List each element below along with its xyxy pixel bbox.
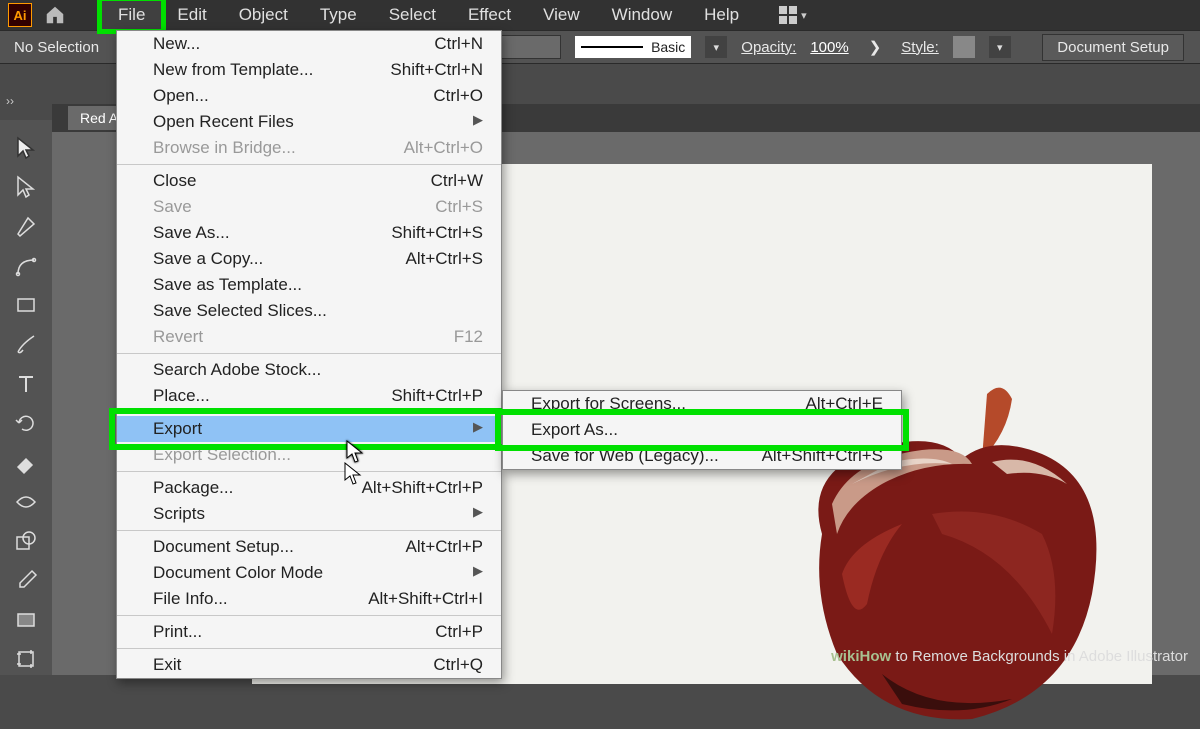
- shape-builder-tool-icon[interactable]: [8, 526, 44, 557]
- file-menu-item[interactable]: Scripts▶: [117, 501, 501, 527]
- stroke-dropdown-toggle[interactable]: ▾: [705, 36, 727, 58]
- file-menu-item[interactable]: Save As...Shift+Ctrl+S: [117, 220, 501, 246]
- file-menu-item[interactable]: New...Ctrl+N: [117, 31, 501, 57]
- file-menu-item[interactable]: Search Adobe Stock...: [117, 357, 501, 383]
- type-tool-icon[interactable]: [8, 368, 44, 399]
- opacity-more-icon[interactable]: ❯: [863, 38, 888, 56]
- curvature-tool-icon[interactable]: [8, 250, 44, 281]
- file-menu-item[interactable]: Open...Ctrl+O: [117, 83, 501, 109]
- file-menu-item: Browse in Bridge...Alt+Ctrl+O: [117, 135, 501, 161]
- file-menu-item[interactable]: File Info...Alt+Shift+Ctrl+I: [117, 586, 501, 612]
- file-menu-item[interactable]: Package...Alt+Shift+Ctrl+P: [117, 475, 501, 501]
- file-menu-item[interactable]: ExitCtrl+Q: [117, 652, 501, 678]
- direct-selection-tool-icon[interactable]: [8, 171, 44, 202]
- tool-panel: [0, 120, 52, 675]
- export-submenu-item[interactable]: Export for Screens...Alt+Ctrl+E: [503, 391, 901, 417]
- file-menu-item[interactable]: CloseCtrl+W: [117, 168, 501, 194]
- watermark: wikiHow to Remove Backgrounds in Adobe I…: [831, 648, 1188, 665]
- pen-tool-icon[interactable]: [8, 211, 44, 242]
- opacity-value[interactable]: 100%: [810, 39, 848, 56]
- file-menu-item[interactable]: Save Selected Slices...: [117, 298, 501, 324]
- rotate-tool-icon[interactable]: [8, 408, 44, 439]
- file-menu-item[interactable]: Document Color Mode▶: [117, 560, 501, 586]
- document-setup-button[interactable]: Document Setup: [1042, 34, 1184, 61]
- paintbrush-tool-icon[interactable]: [8, 329, 44, 360]
- file-menu-item: SaveCtrl+S: [117, 194, 501, 220]
- menu-edit[interactable]: Edit: [161, 1, 222, 29]
- file-menu-item[interactable]: Document Setup...Alt+Ctrl+P: [117, 534, 501, 560]
- selection-status: No Selection: [14, 39, 99, 56]
- file-menu-item: RevertF12: [117, 324, 501, 350]
- menu-help[interactable]: Help: [688, 1, 755, 29]
- export-submenu-item[interactable]: Export As...: [503, 417, 901, 443]
- style-swatch[interactable]: [953, 36, 975, 58]
- menu-view[interactable]: View: [527, 1, 596, 29]
- file-menu-item[interactable]: Save a Copy...Alt+Ctrl+S: [117, 246, 501, 272]
- opacity-label[interactable]: Opacity:: [741, 39, 796, 56]
- file-menu-dropdown: New...Ctrl+NNew from Template...Shift+Ct…: [116, 30, 502, 679]
- selection-tool-icon[interactable]: [8, 132, 44, 163]
- menubar: Ai FileEditObjectTypeSelectEffectViewWin…: [0, 0, 1200, 30]
- artboard-tool-icon[interactable]: [8, 644, 44, 675]
- menu-window[interactable]: Window: [596, 1, 688, 29]
- gradient-tool-icon[interactable]: [8, 604, 44, 635]
- menu-file[interactable]: File: [102, 1, 161, 29]
- app-logo-icon: Ai: [8, 3, 32, 27]
- width-tool-icon[interactable]: [8, 486, 44, 517]
- file-menu-item[interactable]: Place...Shift+Ctrl+P: [117, 383, 501, 409]
- file-menu-item[interactable]: Save as Template...: [117, 272, 501, 298]
- menu-select[interactable]: Select: [373, 1, 452, 29]
- workspace-switcher-icon[interactable]: ▾: [779, 6, 807, 24]
- file-menu-item[interactable]: Print...Ctrl+P: [117, 619, 501, 645]
- export-submenu: Export for Screens...Alt+Ctrl+EExport As…: [502, 390, 902, 470]
- rectangle-tool-icon[interactable]: [8, 289, 44, 320]
- menu-type[interactable]: Type: [304, 1, 373, 29]
- home-icon[interactable]: [44, 4, 66, 26]
- menu-object[interactable]: Object: [223, 1, 304, 29]
- menu-effect[interactable]: Effect: [452, 1, 527, 29]
- eyedropper-tool-icon[interactable]: [8, 565, 44, 596]
- stroke-style-box[interactable]: Basic: [575, 36, 691, 58]
- file-menu-item[interactable]: Open Recent Files▶: [117, 109, 501, 135]
- export-submenu-item[interactable]: Save for Web (Legacy)...Alt+Shift+Ctrl+S: [503, 443, 901, 469]
- style-dropdown-toggle[interactable]: ▾: [989, 36, 1011, 58]
- panel-expander-icon[interactable]: ››: [0, 92, 20, 110]
- eraser-tool-icon[interactable]: [8, 447, 44, 478]
- file-menu-item: Export Selection...: [117, 442, 501, 468]
- file-menu-item[interactable]: New from Template...Shift+Ctrl+N: [117, 57, 501, 83]
- file-menu-item[interactable]: Export▶: [117, 416, 501, 442]
- style-label[interactable]: Style:: [901, 39, 939, 56]
